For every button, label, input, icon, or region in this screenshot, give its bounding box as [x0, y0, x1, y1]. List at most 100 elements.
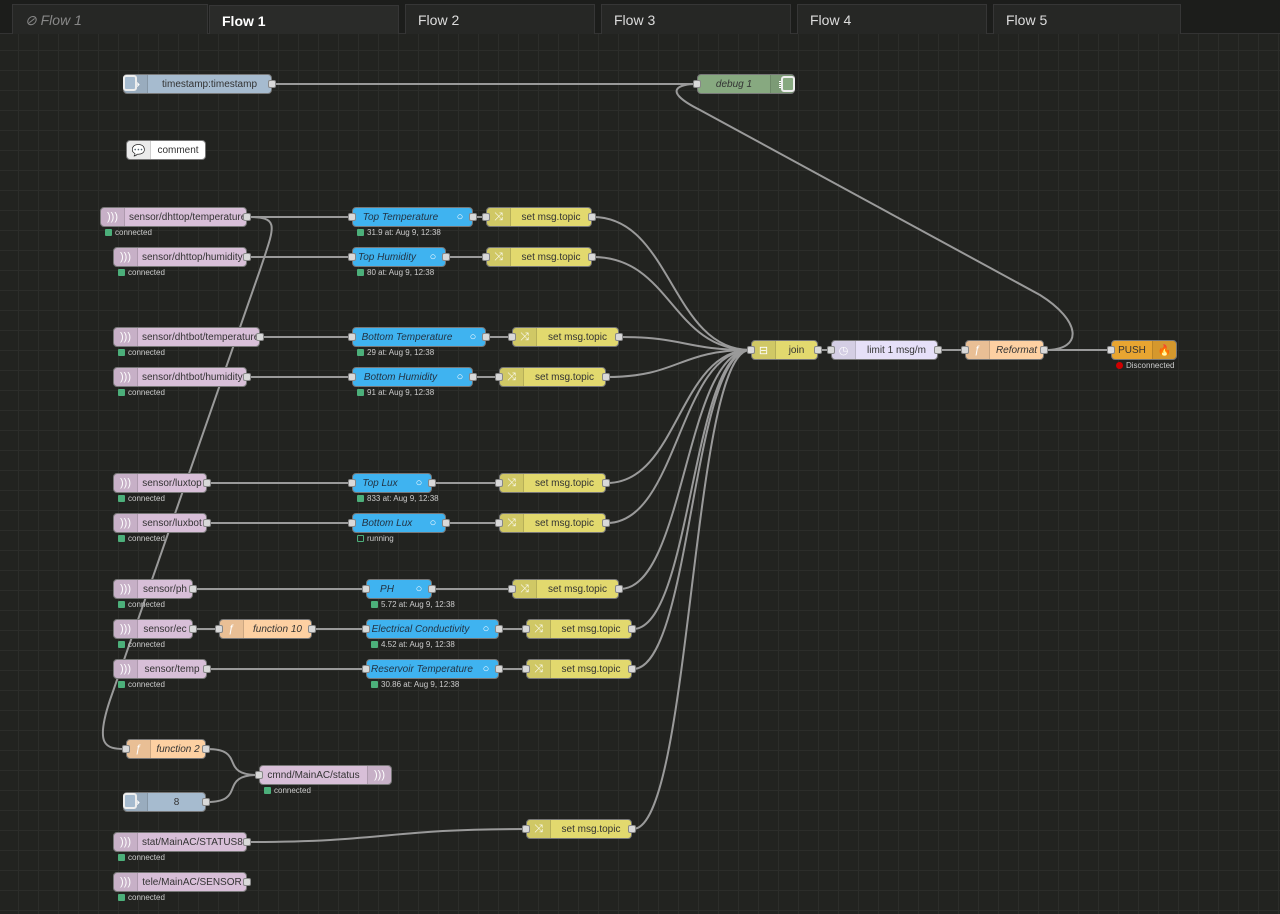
input-port[interactable] — [1107, 346, 1115, 354]
node-ui-g5[interactable]: Top Lux ○ — [348, 473, 436, 493]
node-ui-g2[interactable]: Top Humidity ○ — [348, 247, 450, 267]
output-port[interactable] — [628, 625, 636, 633]
input-port[interactable] — [508, 333, 516, 341]
output-port[interactable] — [243, 213, 251, 221]
output-port[interactable] — [243, 878, 251, 886]
node-mqtt-m5[interactable]: ))) sensor/luxtop — [113, 473, 211, 493]
output-port[interactable] — [308, 625, 316, 633]
output-port[interactable] — [268, 80, 276, 88]
output-port[interactable] — [203, 519, 211, 527]
input-port[interactable] — [961, 346, 969, 354]
output-port[interactable] — [428, 585, 436, 593]
output-port[interactable] — [588, 253, 596, 261]
node-change-c4[interactable]: ⤨ set msg.topic — [495, 367, 610, 387]
input-port[interactable] — [495, 519, 503, 527]
output-port[interactable] — [602, 479, 610, 487]
node-change-c7[interactable]: ⤨ set msg.topic — [508, 579, 623, 599]
input-port[interactable] — [215, 625, 223, 633]
input-port[interactable] — [255, 771, 263, 779]
node-change-c10[interactable]: ⤨ set msg.topic — [522, 819, 636, 839]
node-change-c1[interactable]: ⤨ set msg.topic — [482, 207, 596, 227]
node-ui-g6[interactable]: Bottom Lux ○ — [348, 513, 450, 533]
inject-trigger-button[interactable] — [123, 793, 137, 809]
node-change-c8[interactable]: ⤨ set msg.topic — [522, 619, 636, 639]
output-port[interactable] — [814, 346, 822, 354]
input-port[interactable] — [362, 665, 370, 673]
tab-flow-3[interactable]: Flow 3 — [601, 4, 791, 34]
input-port[interactable] — [508, 585, 516, 593]
input-port[interactable] — [348, 479, 356, 487]
output-port[interactable] — [428, 479, 436, 487]
node-ui-g7[interactable]: PH ○ — [362, 579, 436, 599]
input-port[interactable] — [362, 585, 370, 593]
node-comment-comment[interactable]: 💬 comment — [126, 140, 206, 160]
input-port[interactable] — [522, 825, 530, 833]
output-port[interactable] — [588, 213, 596, 221]
tab-flow-4[interactable]: Flow 4 — [797, 4, 987, 34]
node-change-c3[interactable]: ⤨ set msg.topic — [508, 327, 623, 347]
node-mqtt-m8[interactable]: ))) sensor/ec — [113, 619, 197, 639]
output-port[interactable] — [189, 625, 197, 633]
node-mqtt-m3[interactable]: ))) sensor/dhtbot/temperature — [113, 327, 264, 347]
node-mqtt-m7[interactable]: ))) sensor/ph — [113, 579, 197, 599]
input-port[interactable] — [693, 80, 701, 88]
output-port[interactable] — [442, 253, 450, 261]
input-port[interactable] — [482, 253, 490, 261]
output-port[interactable] — [442, 519, 450, 527]
node-ui-g4[interactable]: Bottom Humidity ○ — [348, 367, 477, 387]
input-port[interactable] — [495, 479, 503, 487]
input-port[interactable] — [482, 213, 490, 221]
output-port[interactable] — [203, 479, 211, 487]
node-inject-ts[interactable]: ⇛timestamp:timestamp — [123, 74, 276, 94]
node-change-c5[interactable]: ⤨ set msg.topic — [495, 473, 610, 493]
node-ui-g1[interactable]: Top Temperature ○ — [348, 207, 477, 227]
input-port[interactable] — [348, 333, 356, 341]
output-port[interactable] — [469, 213, 477, 221]
node-ui-g8[interactable]: Electrical Conductivity ○ — [362, 619, 503, 639]
node-inject-inj8[interactable]: ⇛8 — [123, 792, 210, 812]
output-port[interactable] — [495, 665, 503, 673]
node-push-push[interactable]: PUSH 🔥 — [1107, 340, 1177, 360]
node-mqttout-cmnd[interactable]: cmnd/MainAC/status))) — [255, 765, 392, 785]
input-port[interactable] — [348, 213, 356, 221]
output-port[interactable] — [628, 825, 636, 833]
output-port[interactable] — [243, 838, 251, 846]
node-mqtt-m4[interactable]: ))) sensor/dhtbot/humidity — [113, 367, 251, 387]
output-port[interactable] — [1040, 346, 1048, 354]
input-port[interactable] — [362, 625, 370, 633]
node-delay-limit[interactable]: ◷ limit 1 msg/m — [827, 340, 942, 360]
tab-flow-1[interactable]: Flow 1 — [209, 5, 399, 35]
debug-toggle-button[interactable] — [781, 76, 795, 92]
output-port[interactable] — [615, 333, 623, 341]
tab-flow-5[interactable]: Flow 5 — [993, 4, 1181, 34]
output-port[interactable] — [243, 253, 251, 261]
node-mqtt-m6[interactable]: ))) sensor/luxbot — [113, 513, 211, 533]
node-ui-g3[interactable]: Bottom Temperature ○ — [348, 327, 490, 347]
input-port[interactable] — [348, 519, 356, 527]
input-port[interactable] — [495, 373, 503, 381]
node-mqtt-m1[interactable]: ))) sensor/dhttop/temperature — [100, 207, 251, 227]
node-mqtt-m9[interactable]: ))) sensor/temp — [113, 659, 211, 679]
node-join-join[interactable]: ⊟ join — [747, 340, 822, 360]
output-port[interactable] — [628, 665, 636, 673]
output-port[interactable] — [203, 665, 211, 673]
input-port[interactable] — [348, 373, 356, 381]
node-function-reformat[interactable]: ƒ Reformat — [961, 340, 1048, 360]
output-port[interactable] — [495, 625, 503, 633]
input-port[interactable] — [827, 346, 835, 354]
node-ui-g9[interactable]: Reservoir Temperature ○ — [362, 659, 503, 679]
tab-flow-2[interactable]: Flow 2 — [405, 4, 595, 34]
node-change-c6[interactable]: ⤨ set msg.topic — [495, 513, 610, 533]
input-port[interactable] — [747, 346, 755, 354]
input-port[interactable] — [522, 665, 530, 673]
input-port[interactable] — [348, 253, 356, 261]
node-change-c9[interactable]: ⤨ set msg.topic — [522, 659, 636, 679]
tab-flow-1-disabled[interactable]: ⊘ Flow 1 — [12, 4, 208, 34]
node-mqtt-m10[interactable]: ))) stat/MainAC/STATUS8 — [113, 832, 251, 852]
output-port[interactable] — [482, 333, 490, 341]
input-port[interactable] — [522, 625, 530, 633]
inject-trigger-button[interactable] — [123, 75, 137, 91]
output-port[interactable] — [202, 798, 210, 806]
output-port[interactable] — [602, 373, 610, 381]
output-port[interactable] — [469, 373, 477, 381]
